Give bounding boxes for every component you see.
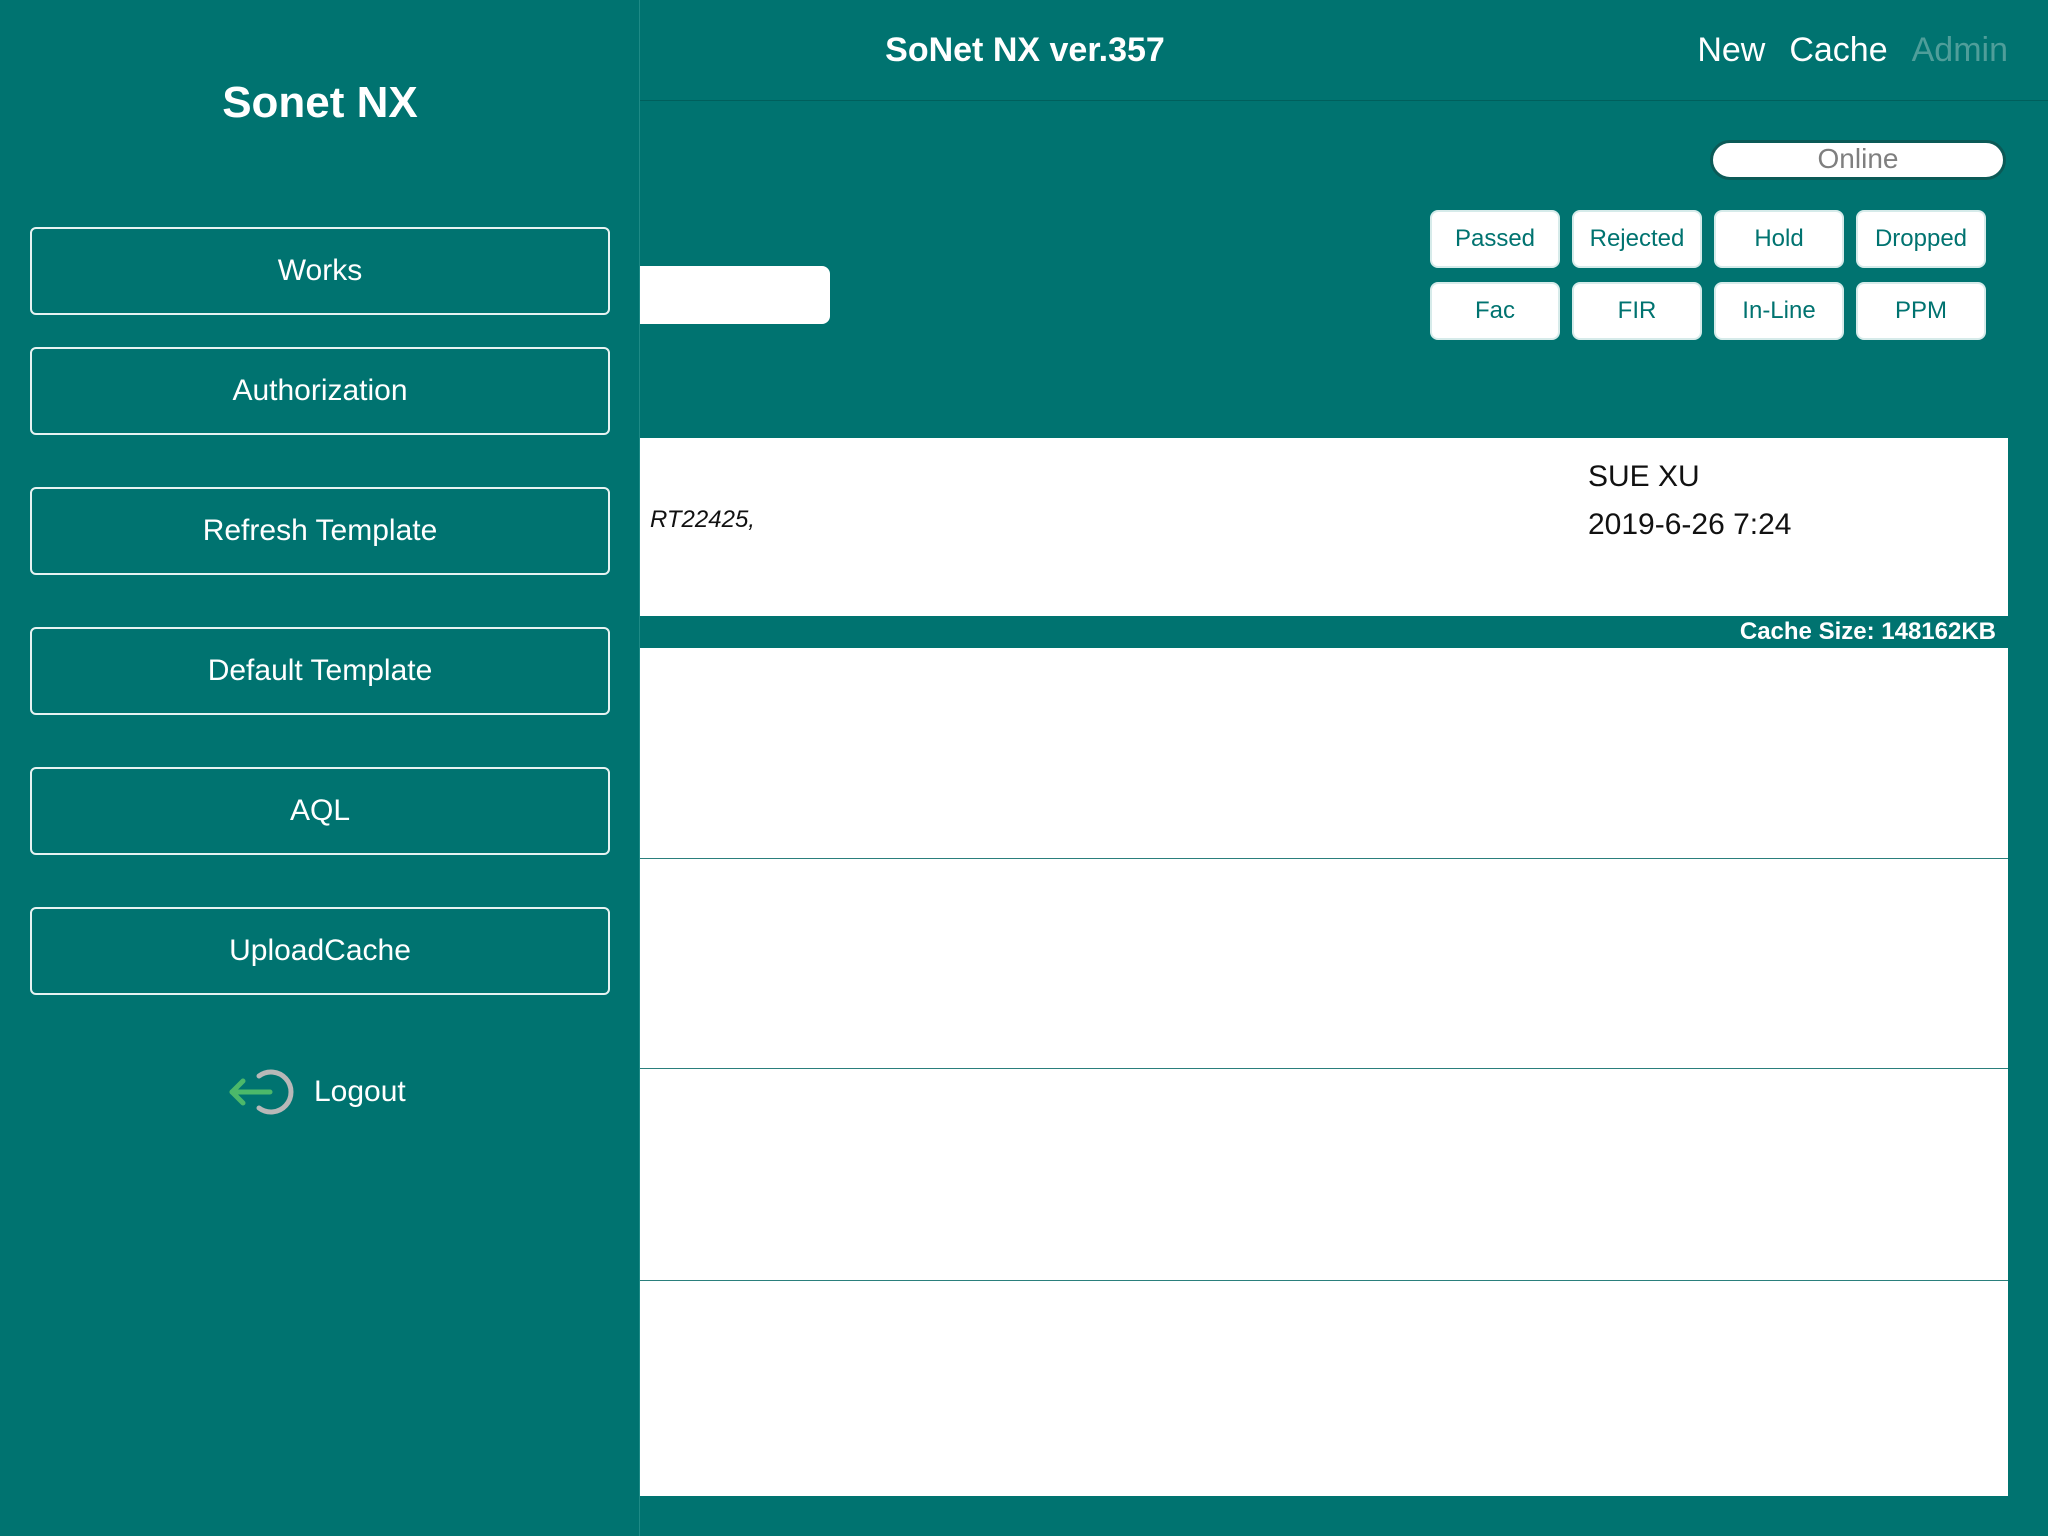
cache-size-label: Cache Size: 148162KB (1739, 618, 1996, 645)
status-filter-grid: Passed Rejected Hold Dropped Fac FIR In-… (1430, 210, 1986, 340)
online-status-toggle[interactable]: Online (1710, 140, 2006, 180)
cache-button[interactable]: Cache (1789, 31, 1887, 70)
menu-works-button[interactable]: Works (30, 227, 610, 315)
row-divider (630, 858, 2008, 859)
logout-button[interactable]: Logout (226, 1062, 406, 1122)
filter-inline-button[interactable]: In-Line (1714, 282, 1844, 340)
menu-aql-button[interactable]: AQL (30, 767, 610, 855)
record-user: SUE XU (1588, 460, 1700, 493)
filter-dropped-button[interactable]: Dropped (1856, 210, 1986, 268)
nav-actions: New Cache Admin (1697, 0, 2008, 100)
filter-hold-button[interactable]: Hold (1714, 210, 1844, 268)
row-divider (630, 1280, 2008, 1281)
row-divider (630, 1068, 2008, 1069)
logout-label: Logout (314, 1075, 406, 1108)
side-drawer: Sonet NX Works Authorization Refresh Tem… (0, 0, 640, 1536)
admin-button[interactable]: Admin (1912, 31, 2008, 70)
record-reference: RT22425, (650, 506, 755, 533)
drawer-title: Sonet NX (222, 78, 418, 127)
logout-icon (229, 1069, 294, 1115)
app-root: SoNet NX ver.357 New Cache Admin Online … (0, 0, 2048, 1536)
menu-refresh-template-button[interactable]: Refresh Template (30, 487, 610, 575)
filter-rejected-button[interactable]: Rejected (1572, 210, 1702, 268)
record-date: 2019-6-26 7:24 (1588, 508, 1792, 541)
menu-authorization-button[interactable]: Authorization (30, 347, 610, 435)
new-button[interactable]: New (1697, 31, 1765, 70)
record-card[interactable]: RT22425, SUE XU 2019-6-26 7:24 (630, 438, 2008, 616)
menu-upload-cache-button[interactable]: UploadCache (30, 907, 610, 995)
filter-passed-button[interactable]: Passed (1430, 210, 1560, 268)
filter-fac-button[interactable]: Fac (1430, 282, 1560, 340)
filter-ppm-button[interactable]: PPM (1856, 282, 1986, 340)
filter-fir-button[interactable]: FIR (1572, 282, 1702, 340)
app-title: SoNet NX ver.357 (885, 31, 1165, 69)
record-list (630, 648, 2008, 1496)
menu-default-template-button[interactable]: Default Template (30, 627, 610, 715)
